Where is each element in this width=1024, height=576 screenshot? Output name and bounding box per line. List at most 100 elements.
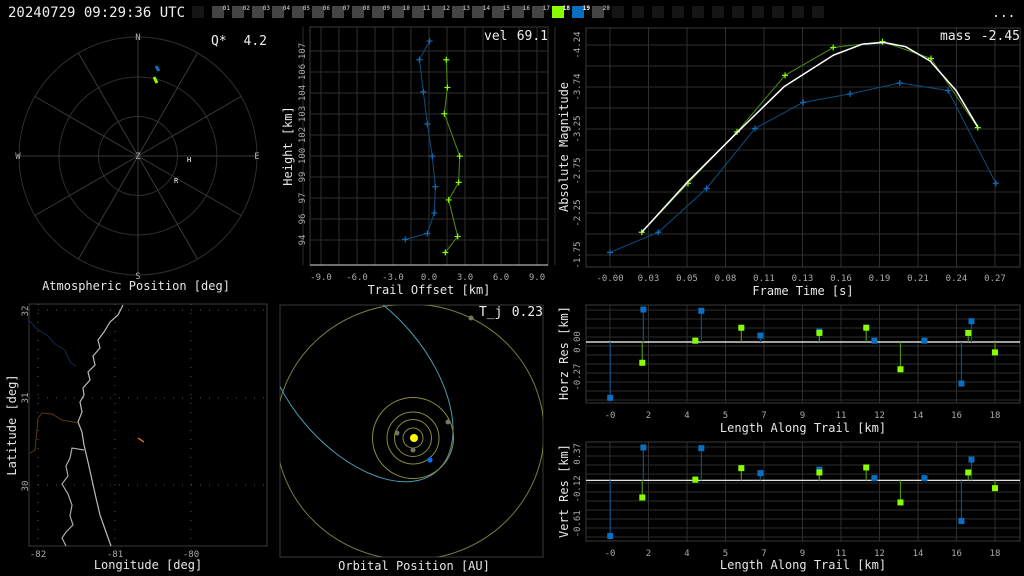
east-label: E	[254, 152, 259, 162]
header-bar: 20240729 09:29:36 UTC 01 02 03 04 05 06 07 08 09…	[8, 5, 1015, 21]
meteor-dashboard: 20240729 09:29:36 UTC 01 02 03 04 05 06 07 08 09…	[5, 5, 1021, 573]
y-tick-label: -2.25	[573, 199, 583, 226]
y-tick-label: 102	[298, 127, 308, 143]
frame-empty-button[interactable]	[612, 6, 624, 18]
residual-point	[968, 456, 975, 463]
mag-grid: -0.00 0.03 0.05 0.08 0.11 0.13 0.16 0.19 0.21 0.2…	[573, 27, 1021, 284]
frame-label: 10	[403, 5, 411, 12]
trail-offset-chart: -9.0 -6.0 -3.0 0.0 3.0 6.0 9.0 107 106 104 103 102 1…	[281, 26, 556, 297]
y-tick-label: -0.61	[573, 510, 583, 537]
menu-button[interactable]: ...	[992, 6, 1015, 21]
data-point	[800, 99, 807, 106]
fit-line	[641, 41, 979, 233]
x-tick-label: 14	[913, 549, 924, 559]
earth	[427, 457, 433, 463]
x-tick-label: 0.16	[830, 274, 852, 284]
residual-point	[698, 307, 705, 314]
residual-point	[607, 394, 614, 401]
polar-spoke	[78, 155, 139, 260]
frame-empty-button[interactable]	[712, 6, 724, 18]
frame-label: 19	[583, 5, 591, 12]
x-tick-label: 18	[990, 549, 1001, 559]
data-point	[444, 84, 451, 91]
x-tick-label: 16	[951, 549, 962, 559]
ground-map: -82 -81 -80 32 31 30 Longitude [deg] Lat…	[5, 303, 268, 572]
x-tick-label: 7	[761, 411, 766, 421]
frame-empty-button[interactable]	[192, 6, 204, 18]
light-curve-chart: -0.00 0.03 0.05 0.08 0.11 0.13 0.16 0.19 0.21 0.2…	[557, 27, 1021, 298]
frame-empty-button[interactable]	[652, 6, 664, 18]
y-tick-label: 97	[298, 193, 308, 204]
mercury	[410, 447, 416, 453]
frame-label: 08	[363, 5, 371, 12]
residual-point	[738, 324, 745, 331]
blue-track	[154, 65, 161, 72]
x-tick-label: 14	[913, 411, 924, 421]
data-point	[455, 179, 462, 186]
data-point	[945, 87, 952, 94]
y-tick-label: -0.12	[573, 475, 583, 502]
mass-label: mass	[940, 29, 971, 44]
state-border	[28, 319, 77, 367]
frame-label: 11	[423, 5, 431, 12]
x-tick-label: 0.0	[421, 273, 437, 283]
x-tick-label: 2	[646, 549, 651, 559]
y-axis-title: Latitude [deg]	[5, 374, 19, 475]
y-tick-label: 104	[298, 85, 308, 101]
data-point	[431, 210, 438, 217]
x-tick-label: 11	[836, 411, 847, 421]
x-axis-title: Frame Time [s]	[752, 284, 853, 298]
frame-empty-button[interactable]	[772, 6, 784, 18]
frame-empty-button[interactable]	[632, 6, 644, 18]
lat-tick: 32	[21, 306, 31, 317]
residual-point	[921, 475, 928, 482]
y-tick-label: 0.37	[573, 443, 583, 465]
y-tick-label: -1.75	[573, 241, 583, 268]
data-point	[426, 38, 433, 45]
x-tick-label: -0.00	[596, 274, 623, 284]
frame-empty-button[interactable]	[692, 6, 704, 18]
y-tick-label: 96	[298, 214, 308, 225]
frame-label: 04	[283, 5, 291, 12]
y-tick-label: 94	[298, 235, 308, 246]
vel-label: vel	[484, 29, 507, 44]
data-point	[847, 90, 854, 97]
data-point	[443, 56, 450, 63]
residual-point	[757, 470, 764, 477]
y-axis-title: Vert Res [km]	[557, 444, 571, 538]
residual-point	[863, 324, 870, 331]
residual-point	[897, 499, 904, 506]
frame-empty-button[interactable]	[752, 6, 764, 18]
frame-empty-button[interactable]	[732, 6, 744, 18]
q-star-label: Q*	[211, 34, 227, 49]
x-tick-label: 3.0	[457, 273, 473, 283]
frame-label: 02	[243, 5, 251, 12]
residual-point	[958, 380, 965, 387]
y-axis-title: Height [km]	[281, 106, 295, 185]
x-tick-label: -0	[605, 549, 616, 559]
x-axis-title: Trail Offset [km]	[368, 283, 491, 297]
x-tick-label: 16	[951, 411, 962, 421]
y-tick-label: -2.75	[573, 157, 583, 184]
residual-point	[968, 318, 975, 325]
data-point	[429, 153, 436, 160]
map-grid	[29, 304, 267, 546]
frame-empty-button[interactable]	[792, 6, 804, 18]
residual-point	[692, 337, 699, 344]
mass-value: -2.45	[981, 29, 1020, 44]
vel-value: 69.1	[517, 29, 548, 44]
west-label: W	[15, 152, 21, 162]
residual-point	[757, 332, 764, 339]
y-tick-label: -3.74	[573, 73, 583, 100]
data-point	[441, 110, 448, 117]
map-frame	[28, 303, 268, 547]
station-blue-line	[405, 40, 436, 240]
x-tick-label: 0.19	[869, 274, 891, 284]
data-point	[420, 88, 427, 95]
data-point	[992, 180, 999, 187]
x-tick-label: 6.0	[493, 273, 509, 283]
frame-empty-button[interactable]	[672, 6, 684, 18]
frame-label: 12	[443, 5, 451, 12]
frame-empty-button[interactable]	[812, 6, 824, 18]
residual-point	[816, 329, 823, 336]
